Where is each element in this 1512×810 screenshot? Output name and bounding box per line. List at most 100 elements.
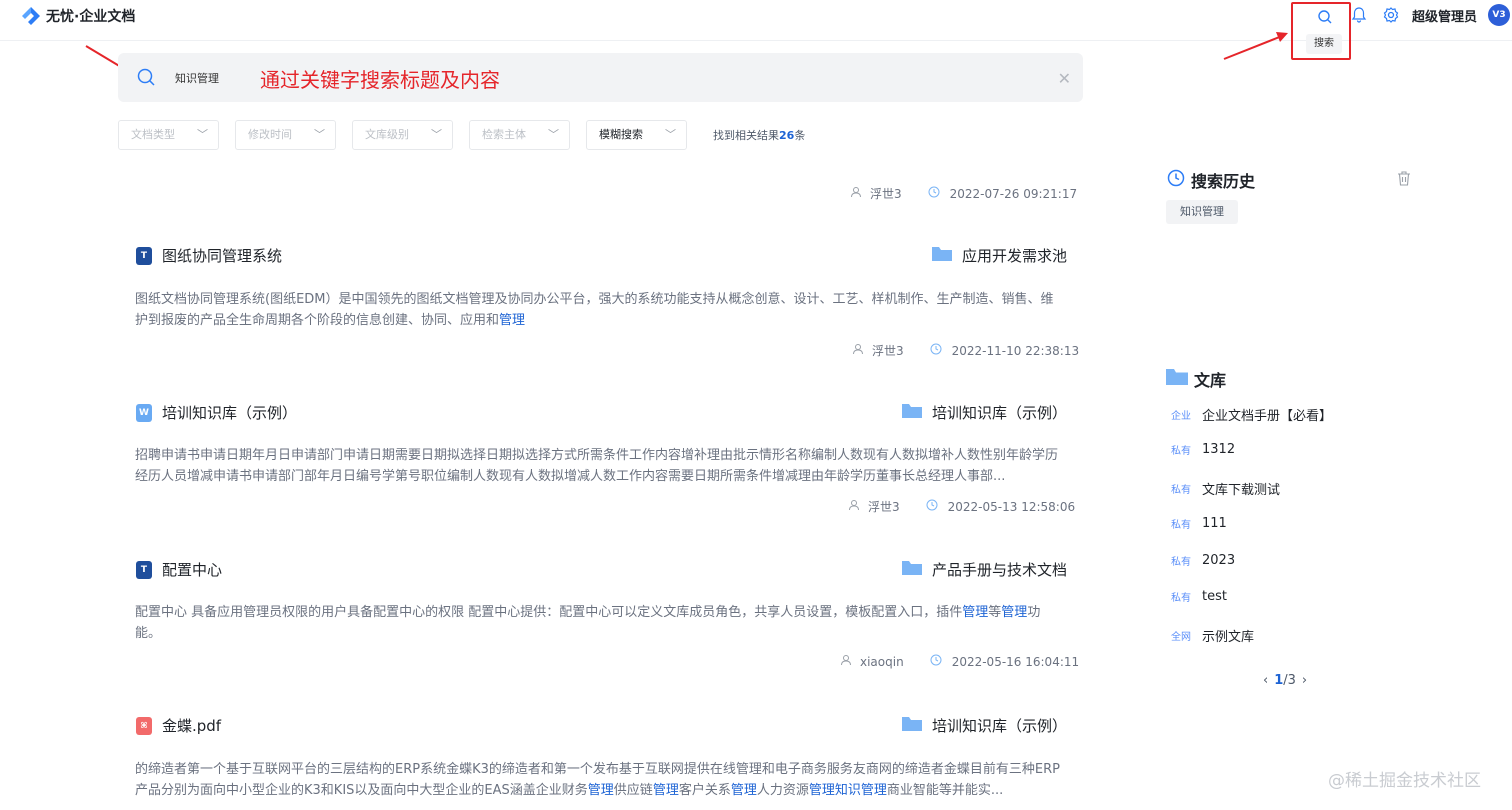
result-title[interactable]: W 培训知识库（示例） <box>136 402 297 423</box>
library-item[interactable]: 企业 企业文档手册【必看】 <box>1171 405 1332 424</box>
library-name: 111 <box>1202 516 1227 531</box>
result-author: 浮世3 <box>870 187 902 201</box>
filter-label: 修改时间 <box>248 128 292 141</box>
result-count: 找到相关结果26条 <box>713 129 806 142</box>
result-time: 2022-11-10 22:38:13 <box>951 343 1080 358</box>
library-item[interactable]: 私有 test <box>1171 589 1227 604</box>
chevron-down-icon: ﹀ <box>431 128 442 141</box>
filter-library-level[interactable]: 文库级别 ﹀ <box>352 120 453 150</box>
page-current: 1 <box>1274 673 1284 688</box>
result-time: 2022-05-16 16:04:11 <box>951 654 1080 669</box>
result-folder[interactable]: 应用开发需求池 <box>932 245 1067 266</box>
result-folder[interactable]: 产品手册与技术文档 <box>902 559 1067 580</box>
result-snippet: 配置中心 具备应用管理员权限的用户具备配置中心的权限 配置中心提供：配置中心可以… <box>135 605 1041 641</box>
result-meta: 浮世3 2022-07-26 09:21:17 <box>850 185 1077 202</box>
chevron-left-icon[interactable]: ‹ <box>1263 673 1268 688</box>
user-icon <box>850 186 862 201</box>
result-time: 2022-05-13 12:58:06 <box>947 499 1076 514</box>
logo-icon <box>20 5 42 27</box>
library-title: 文库 <box>1166 367 1226 391</box>
user-name[interactable]: 超级管理员 <box>1412 6 1477 25</box>
annotation-text: 通过关键字搜索标题及内容 <box>260 68 500 92</box>
clock-icon <box>926 499 938 514</box>
library-badge: 企业 <box>1171 411 1191 422</box>
search-icon <box>1317 9 1333 29</box>
notification-bell-icon[interactable] <box>1350 6 1368 28</box>
filter-label: 模糊搜索 <box>599 128 643 141</box>
result-title[interactable]: T 图纸协同管理系统 <box>136 245 282 266</box>
clock-icon <box>930 343 942 358</box>
library-item[interactable]: 私有 1312 <box>1171 442 1235 457</box>
library-name: test <box>1202 589 1227 604</box>
library-name: 文库下载测试 <box>1202 483 1281 498</box>
library-name: 企业文档手册【必看】 <box>1202 409 1333 424</box>
library-badge: 私有 <box>1171 446 1191 457</box>
folder-icon <box>902 560 922 580</box>
result-snippet: 图纸文档协同管理系统(图纸EDM）是中国领先的图纸文档管理及协同办公平台，强大的… <box>135 292 1054 328</box>
search-icon <box>136 67 156 91</box>
page-total: /3 <box>1283 673 1296 688</box>
library-name: 2023 <box>1202 553 1236 568</box>
history-title: 搜索历史 <box>1167 168 1255 192</box>
folder-icon <box>902 716 922 736</box>
clock-icon <box>928 186 940 201</box>
result-author: xiaoqin <box>860 654 904 669</box>
library-badge: 私有 <box>1171 557 1191 568</box>
clock-icon <box>1167 169 1185 191</box>
app-title: 无忧·企业文档 <box>46 9 136 25</box>
header-search-button[interactable]: 搜索 <box>1291 2 1351 60</box>
result-title[interactable]: T 配置中心 <box>136 559 222 580</box>
search-input[interactable]: 知识管理 <box>175 70 219 86</box>
app-logo[interactable]: 无忧·企业文档 <box>20 5 135 27</box>
settings-gear-icon[interactable] <box>1382 6 1400 28</box>
filter-doc-type[interactable]: 文档类型 ﹀ <box>118 120 219 150</box>
chevron-down-icon: ﹀ <box>314 128 325 141</box>
folder-icon <box>902 403 922 423</box>
chevron-right-icon[interactable]: › <box>1302 673 1307 688</box>
filter-match-mode[interactable]: 模糊搜索 ﹀ <box>586 120 687 150</box>
result-time: 2022-07-26 09:21:17 <box>949 186 1078 201</box>
chevron-down-icon: ﹀ <box>548 128 559 141</box>
chevron-down-icon: ﹀ <box>197 128 208 141</box>
filter-search-subject[interactable]: 检索主体 ﹀ <box>469 120 570 150</box>
library-pagination: ‹ 1/3 › <box>1263 673 1307 688</box>
filter-label: 检索主体 <box>482 128 526 141</box>
history-tag[interactable]: 知识管理 <box>1166 200 1238 224</box>
user-icon <box>848 499 860 514</box>
search-bar[interactable]: 知识管理 通过关键字搜索标题及内容 ✕ <box>118 53 1083 102</box>
library-item[interactable]: 私有 111 <box>1171 516 1227 531</box>
library-badge: 私有 <box>1171 485 1191 496</box>
library-item[interactable]: 私有 文库下载测试 <box>1171 479 1280 498</box>
library-name: 示例文库 <box>1202 630 1255 645</box>
folder-icon <box>932 246 952 266</box>
pdf-doc-icon: ⌘ <box>136 716 152 735</box>
result-folder[interactable]: 培训知识库（示例） <box>902 402 1067 423</box>
text-doc-icon: T <box>136 246 152 265</box>
filter-label: 文档类型 <box>131 128 175 141</box>
result-folder[interactable]: 培训知识库（示例） <box>902 715 1067 736</box>
chevron-down-icon: ﹀ <box>665 128 676 141</box>
result-title[interactable]: ⌘ 金蝶.pdf <box>136 715 221 736</box>
annotation-arrow-right <box>1223 32 1288 60</box>
filter-label: 文库级别 <box>365 128 409 141</box>
text-doc-icon: T <box>136 560 152 579</box>
trash-icon[interactable] <box>1396 170 1412 190</box>
library-item[interactable]: 私有 2023 <box>1171 553 1235 568</box>
result-meta: 浮世3 2022-11-10 22:38:13 <box>852 342 1079 359</box>
result-author: 浮世3 <box>872 344 904 358</box>
close-icon[interactable]: ✕ <box>1058 69 1071 88</box>
avatar[interactable]: V3 <box>1488 4 1510 26</box>
result-author: 浮世3 <box>868 500 900 514</box>
word-doc-icon: W <box>136 403 152 422</box>
user-icon <box>840 654 852 669</box>
clock-icon <box>930 654 942 669</box>
folder-icon <box>1166 368 1188 390</box>
result-meta: 浮世3 2022-05-13 12:58:06 <box>848 498 1075 515</box>
result-meta: xiaoqin 2022-05-16 16:04:11 <box>840 654 1079 669</box>
library-badge: 全网 <box>1171 632 1191 643</box>
library-item[interactable]: 全网 示例文库 <box>1171 626 1254 645</box>
library-name: 1312 <box>1202 442 1236 457</box>
library-badge: 私有 <box>1171 520 1191 531</box>
filter-modified-time[interactable]: 修改时间 ﹀ <box>235 120 336 150</box>
filter-bar: 文档类型 ﹀ 修改时间 ﹀ 文库级别 ﹀ 检索主体 ﹀ 模糊搜索 ﹀ 找到相关结果26条 <box>118 120 805 150</box>
